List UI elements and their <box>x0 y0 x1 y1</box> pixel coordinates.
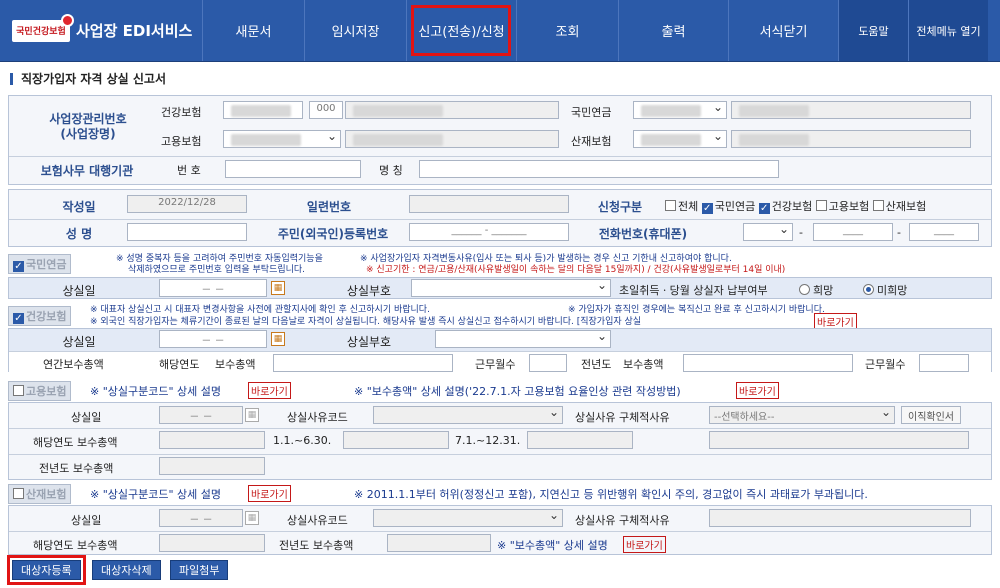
accident-loss-date-field: － － <box>159 509 243 527</box>
nhis-logo-icon: 국민건강보험 <box>12 13 74 42</box>
written-date-label: 작성일 <box>62 200 96 214</box>
apply-all-checkbox[interactable]: 전체 <box>665 200 698 213</box>
apply-options: 전체 ✓ 국민연금 ✓ 건강보험 고용보험 산재보험 <box>665 198 926 214</box>
accident-prev-pay-field <box>387 534 491 552</box>
name-field[interactable] <box>127 223 247 241</box>
health-notice: ✓ 건강보험 ※ 대표자 상실신고 시 대표자 변경사항을 사전에 관할지사에 확… <box>8 302 992 330</box>
employment-tag[interactable]: 고용보험 <box>8 381 72 401</box>
apply-accident-checkbox[interactable]: 산재보험 <box>872 200 926 213</box>
pension-section: 상실일 － － ▦ 상실부호 초일취득ㆍ당월 상실자 납부여부 희망 미희망 <box>8 277 992 299</box>
accident-reason-code-select <box>373 509 563 527</box>
health-prev-year-months-field[interactable] <box>919 354 969 372</box>
pension-loss-code-label: 상실부호 <box>346 284 392 298</box>
accident-shortcut-link-1[interactable]: 바로가기 <box>248 485 291 502</box>
name-label: 성 명 <box>65 227 93 241</box>
employment-extra-field <box>709 431 969 449</box>
phone-area-select[interactable] <box>743 223 793 241</box>
employment-reason-detail-select: --선택하세요-- <box>709 406 895 424</box>
calendar-icon[interactable]: ▦ <box>271 281 285 295</box>
agency-number-field[interactable] <box>225 160 361 178</box>
accident-section: 상실일 － － ▦ 상실사유코드 상실사유 구체적사유 해당연도 보수총액 전년… <box>8 505 992 555</box>
health-prev-year-pay-field[interactable] <box>683 354 853 372</box>
employment-shortcut-link-2[interactable]: 바로가기 <box>736 382 779 399</box>
phone-last-field[interactable]: ____ <box>909 223 979 241</box>
pension-not-want-radio[interactable]: 미희망 <box>863 282 907 298</box>
serial-field <box>409 195 569 213</box>
mgmt-no-label: 사업장관리번호 (사업장명) <box>49 112 127 141</box>
accident-label: 산재보험 <box>571 135 612 148</box>
accident-tag[interactable]: 산재보험 <box>8 484 72 504</box>
agency-name-label: 명 칭 <box>379 164 403 177</box>
employment-pay-first-half-field <box>343 431 449 449</box>
menu-new-document[interactable]: 새문서 <box>202 0 304 61</box>
health-code-field[interactable]: 000 <box>309 101 343 119</box>
health-this-year-months-field[interactable] <box>529 354 567 372</box>
accident-shortcut-link-3[interactable]: 바로가기 <box>623 536 666 553</box>
apply-health-checkbox[interactable]: ✓ 건강보험 <box>758 200 812 214</box>
written-date-field: 2022/12/28 <box>127 195 247 213</box>
employment-prev-pay-field <box>159 457 265 475</box>
pension-notice: ✓ 국민연금 ※ 성명 중복자 등을 고려하여 주민번호 자동입력기능을 삭제하였… <box>8 250 992 276</box>
rrn-label: 주민(외국인)등록번호 <box>277 227 389 241</box>
apply-pension-checkbox[interactable]: ✓ 국민연금 <box>701 200 755 214</box>
pension-first-pay-label: 초일취득ㆍ당월 상실자 납부여부 <box>619 284 768 297</box>
employment-reason-code-select <box>373 406 563 424</box>
employment-label: 고용보험 <box>161 135 202 148</box>
pension-loss-date-label: 상실일 <box>62 284 96 298</box>
history-confirm-button[interactable]: 이직확인서 <box>901 406 961 424</box>
rrn-field[interactable]: ______ - _______ <box>409 223 569 241</box>
agency-label: 보험사무 대행기관 <box>40 164 134 178</box>
health-loss-date-field[interactable]: － － <box>159 330 267 348</box>
accident-reason-detail-field <box>709 509 971 527</box>
agency-number-label: 번 호 <box>177 164 201 177</box>
health-label: 건강보험 <box>161 106 202 119</box>
pension-label: 국민연금 <box>571 106 612 119</box>
pension-loss-date-field[interactable]: － － <box>159 279 267 297</box>
person-section: 작성일 2022/12/28 일련번호 신청구분 전체 ✓ 국민연금 ✓ 건강보험 … <box>8 189 992 247</box>
all-menu-button[interactable]: 전체메뉴 열기 <box>908 0 988 61</box>
employment-notice: 고용보험 ※ "상실구분코드" 상세 설명 바로가기 ※ "보수총액" 상세 설… <box>8 381 992 401</box>
apply-type-label: 신청구분 <box>597 200 643 214</box>
menu-print[interactable]: 출력 <box>618 0 728 61</box>
employment-loss-date-field: － － <box>159 406 243 424</box>
logo: 국민건강보험 사업장 EDI서비스 <box>0 0 202 61</box>
health-section: 상실일 － － ▦ 상실부호 연간보수총액 해당연도 보수총액 근무월수 전년도… <box>8 328 992 372</box>
menu-inquiry[interactable]: 조회 <box>516 0 618 61</box>
health-tag[interactable]: ✓ 건강보험 <box>8 306 72 326</box>
accident-pay-field <box>159 534 265 552</box>
employment-shortcut-link-1[interactable]: 바로가기 <box>248 382 291 399</box>
apply-employment-checkbox[interactable]: 고용보험 <box>815 200 869 213</box>
agency-name-field[interactable] <box>419 160 779 178</box>
employment-pay-second-half-field <box>527 431 633 449</box>
help-button[interactable]: 도움말 <box>838 0 908 61</box>
app-title: 사업장 EDI서비스 <box>76 22 193 40</box>
calendar-icon: ▦ <box>245 408 259 422</box>
pension-tag[interactable]: ✓ 국민연금 <box>8 254 72 274</box>
calendar-icon[interactable]: ▦ <box>271 332 285 346</box>
accident-notice: 산재보험 ※ "상실구분코드" 상세 설명 바로가기 ※ 2011.1.1부터 … <box>8 484 992 504</box>
serial-label: 일련번호 <box>306 200 352 214</box>
top-menu-bar: 국민건강보험 사업장 EDI서비스 새문서 임시저장 신고(전송)/신청 조회 … <box>0 0 1000 62</box>
health-this-year-pay-field[interactable] <box>273 354 453 372</box>
page-title: 직장가입자 자격 상실 신고서 <box>10 70 166 87</box>
pension-loss-code-select[interactable] <box>411 279 611 297</box>
delete-target-button[interactable]: 대상자삭제 <box>92 560 161 580</box>
menu-close-form[interactable]: 서식닫기 <box>728 0 838 61</box>
employer-section: 사업장관리번호 (사업장명) 건강보험 000 국민연금 고용보험 산재보험 보… <box>8 95 992 185</box>
register-target-button[interactable]: 대상자등록 <box>7 555 86 585</box>
menu-temp-save[interactable]: 임시저장 <box>304 0 406 61</box>
employment-pay-total-field <box>159 431 265 449</box>
pension-want-radio[interactable]: 희망 <box>799 282 833 298</box>
phone-mid-field[interactable]: ____ <box>813 223 893 241</box>
menu-submit-apply[interactable]: 신고(전송)/신청 <box>406 0 516 61</box>
phone-label: 전화번호(휴대폰) <box>598 227 688 241</box>
calendar-icon: ▦ <box>245 511 259 525</box>
attach-file-button[interactable]: 파일첨부 <box>170 560 229 580</box>
health-loss-code-select[interactable] <box>435 330 611 348</box>
employment-section: 상실일 － － ▦ 상실사유코드 상실사유 구체적사유 --선택하세요-- 이직… <box>8 402 992 480</box>
